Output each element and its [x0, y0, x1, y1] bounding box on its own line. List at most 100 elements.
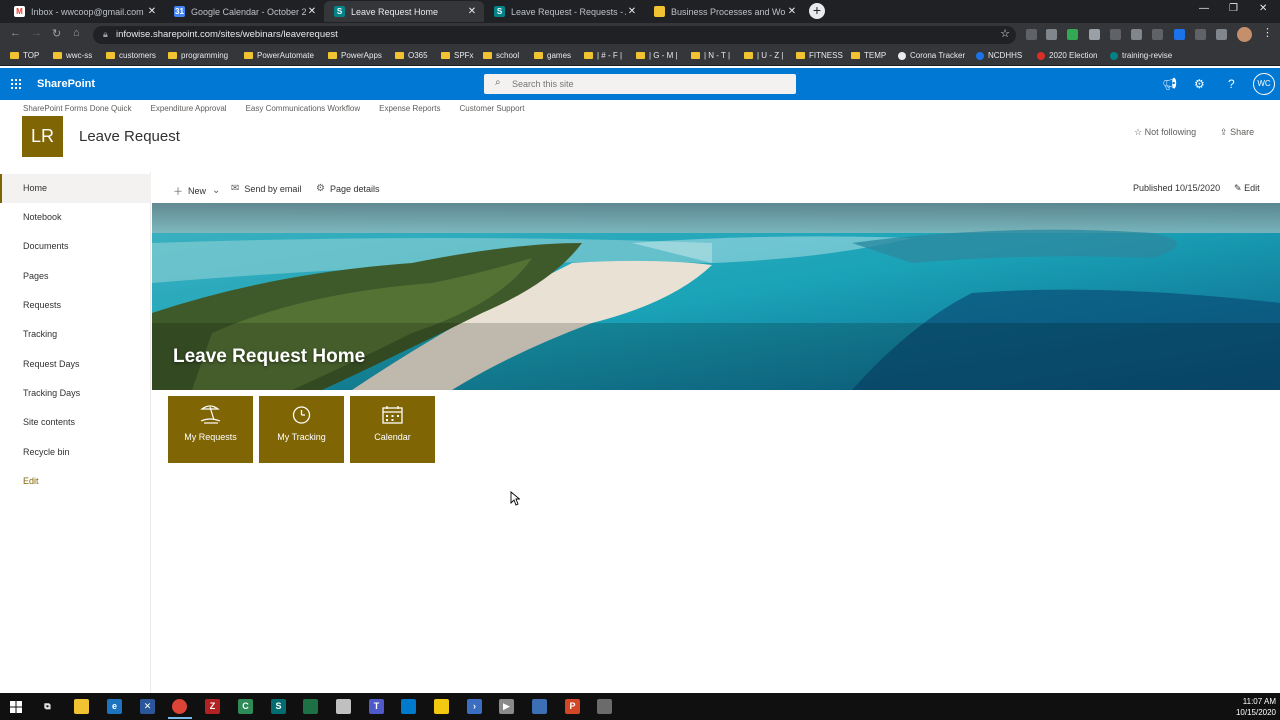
bookmark-folder[interactable]: SPFx: [441, 51, 474, 60]
bookmark-link[interactable]: Corona Tracker: [898, 51, 965, 60]
hub-nav-link[interactable]: Customer Support: [460, 104, 525, 113]
puzzle-icon[interactable]: [1216, 29, 1227, 40]
quick-link-my-requests[interactable]: My Requests: [168, 396, 253, 463]
file-explorer-icon[interactable]: [74, 699, 89, 714]
media-icon[interactable]: ▶: [499, 699, 514, 714]
close-icon[interactable]: ✕: [306, 6, 318, 17]
extension-icon[interactable]: [1089, 29, 1100, 40]
bookmark-folder[interactable]: school: [483, 51, 519, 60]
extension-icon[interactable]: [1110, 29, 1121, 40]
extension-icon[interactable]: [1195, 29, 1206, 40]
nav-item-site-contents[interactable]: Site contents: [0, 408, 151, 437]
close-window-icon[interactable]: ✕: [1259, 3, 1267, 14]
hub-nav-link[interactable]: SharePoint Forms Done Quick: [23, 104, 132, 113]
system-clock[interactable]: 11:07 AM 10/15/2020: [1226, 696, 1276, 718]
back-icon[interactable]: ←: [10, 27, 21, 39]
bookmark-folder[interactable]: PowerApps: [328, 51, 382, 60]
hub-nav-link[interactable]: Expenditure Approval: [151, 104, 227, 113]
browser-tab-active[interactable]: S Leave Request Home ✕: [324, 1, 484, 22]
bookmark-link[interactable]: NCDHHS: [976, 51, 1022, 60]
app-name[interactable]: SharePoint: [37, 78, 95, 90]
close-icon[interactable]: ✕: [146, 6, 158, 17]
notepad-icon[interactable]: [303, 699, 318, 714]
nav-item-tracking[interactable]: Tracking: [0, 320, 151, 349]
close-icon[interactable]: ✕: [466, 6, 478, 17]
bookmark-folder[interactable]: | G - M |: [636, 51, 678, 60]
task-view-icon[interactable]: ⧉: [40, 699, 55, 714]
nav-item-notebook[interactable]: Notebook: [0, 203, 151, 232]
bookmark-folder[interactable]: wwc-ss: [53, 51, 92, 60]
site-title[interactable]: Leave Request: [79, 128, 180, 145]
bookmark-folder[interactable]: | U - Z |: [744, 51, 783, 60]
nav-item-requests[interactable]: Requests: [0, 291, 151, 320]
quick-link-calendar[interactable]: Calendar: [350, 396, 435, 463]
nav-item-recycle-bin[interactable]: Recycle bin: [0, 438, 151, 467]
quick-link-my-tracking[interactable]: My Tracking: [259, 396, 344, 463]
bookmark-folder[interactable]: | N - T |: [691, 51, 730, 60]
new-tab-button[interactable]: +: [809, 3, 825, 19]
sharepoint-designer-icon[interactable]: S: [271, 699, 286, 714]
bookmark-link[interactable]: training-revise: [1110, 51, 1172, 60]
chrome-icon[interactable]: [172, 699, 187, 714]
bookmark-folder[interactable]: programming: [168, 51, 228, 60]
extension-icon[interactable]: [1131, 29, 1142, 40]
nav-item-tracking-days[interactable]: Tracking Days: [0, 379, 151, 408]
app-icon[interactable]: [336, 699, 351, 714]
close-icon[interactable]: ✕: [626, 6, 638, 17]
browser-tab[interactable]: 31 Google Calendar - October 2020 ✕: [164, 1, 324, 22]
user-avatar[interactable]: WC: [1253, 73, 1275, 95]
hub-nav-link[interactable]: Expense Reports: [379, 104, 440, 113]
bookmark-folder[interactable]: PowerAutomate: [244, 51, 314, 60]
ie-icon[interactable]: e: [107, 699, 122, 714]
gear-icon[interactable]: ⚙: [1194, 77, 1205, 91]
megaphone-icon[interactable]: 📢︎: [1162, 77, 1177, 91]
extension-icon[interactable]: [1067, 29, 1078, 40]
bookmark-star-icon[interactable]: ☆: [1000, 27, 1010, 40]
search-box[interactable]: ⌕: [484, 74, 796, 94]
powerpoint-icon[interactable]: P: [565, 699, 580, 714]
app-icon[interactable]: ✕: [140, 699, 155, 714]
teams-icon[interactable]: T: [369, 699, 384, 714]
follow-button[interactable]: ☆ Not following: [1134, 127, 1196, 138]
browser-tab[interactable]: S Leave Request - Requests - All It ✕: [484, 1, 644, 22]
nav-item-pages[interactable]: Pages: [0, 262, 151, 291]
bookmark-folder[interactable]: O365: [395, 51, 428, 60]
paint-icon[interactable]: [597, 699, 612, 714]
bookmark-link[interactable]: 2020 Election: [1037, 51, 1097, 60]
help-icon[interactable]: ?: [1228, 77, 1235, 91]
bookmark-folder[interactable]: TOP: [10, 51, 39, 60]
powershell-icon[interactable]: ›: [467, 699, 482, 714]
close-icon[interactable]: ✕: [786, 6, 798, 17]
app-icon[interactable]: C: [238, 699, 253, 714]
nav-item-home[interactable]: Home: [0, 174, 151, 203]
new-button[interactable]: ＋ New ⌄: [173, 183, 225, 198]
hub-nav-link[interactable]: Easy Communications Workflow: [246, 104, 361, 113]
browser-tab[interactable]: Business Processes and Workflo ✕: [644, 1, 804, 22]
browser-tab[interactable]: M Inbox - wwcoop@gmail.com - G ✕: [4, 1, 164, 22]
bookmark-folder[interactable]: FITNESS: [796, 51, 843, 60]
bookmark-folder[interactable]: TEMP: [851, 51, 886, 60]
extension-icon[interactable]: [1174, 29, 1185, 40]
bookmark-folder[interactable]: customers: [106, 51, 156, 60]
forward-icon[interactable]: →: [31, 27, 42, 39]
edit-page-button[interactable]: ✎ Edit: [1234, 183, 1260, 194]
address-bar[interactable]: 🔒︎ infowise.sharepoint.com/sites/webinar…: [93, 26, 1016, 44]
app-launcher-icon[interactable]: [11, 79, 21, 89]
snip-icon[interactable]: [532, 699, 547, 714]
extension-icon[interactable]: [1026, 29, 1037, 40]
minimize-icon[interactable]: —: [1199, 3, 1209, 14]
page-details-button[interactable]: ⚙ Page details: [316, 183, 380, 194]
extension-icon[interactable]: [1152, 29, 1163, 40]
reload-icon[interactable]: ↻: [52, 27, 61, 40]
more-icon[interactable]: ⋮: [1262, 26, 1273, 39]
filezilla-icon[interactable]: Z: [205, 699, 220, 714]
vscode-icon[interactable]: [401, 699, 416, 714]
search-input[interactable]: [512, 76, 782, 92]
send-by-email-button[interactable]: ✉ Send by email: [231, 183, 301, 194]
share-button[interactable]: ⇪ Share: [1220, 127, 1254, 138]
nav-item-documents[interactable]: Documents: [0, 232, 151, 261]
windows-start-icon[interactable]: [10, 701, 22, 713]
nav-edit-link[interactable]: Edit: [0, 467, 151, 496]
avatar[interactable]: [1237, 27, 1252, 42]
extension-icon[interactable]: [1046, 29, 1057, 40]
